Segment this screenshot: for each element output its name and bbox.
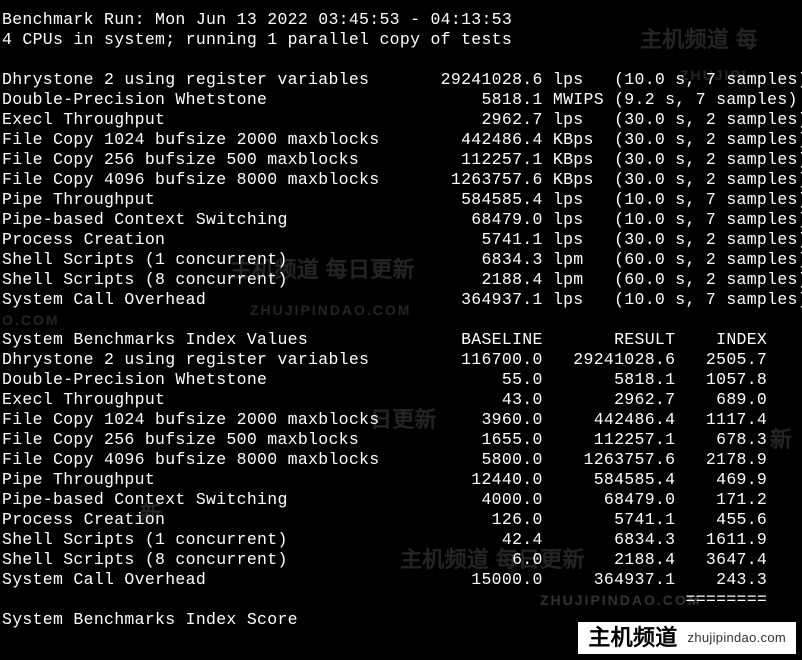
- terminal-output: Benchmark Run: Mon Jun 13 2022 03:45:53 …: [0, 0, 802, 630]
- attribution-badge: 主机频道 zhujipindao.com: [578, 622, 796, 654]
- attribution-url: zhujipindao.com: [688, 628, 786, 648]
- attribution-cn: 主机频道: [588, 628, 677, 648]
